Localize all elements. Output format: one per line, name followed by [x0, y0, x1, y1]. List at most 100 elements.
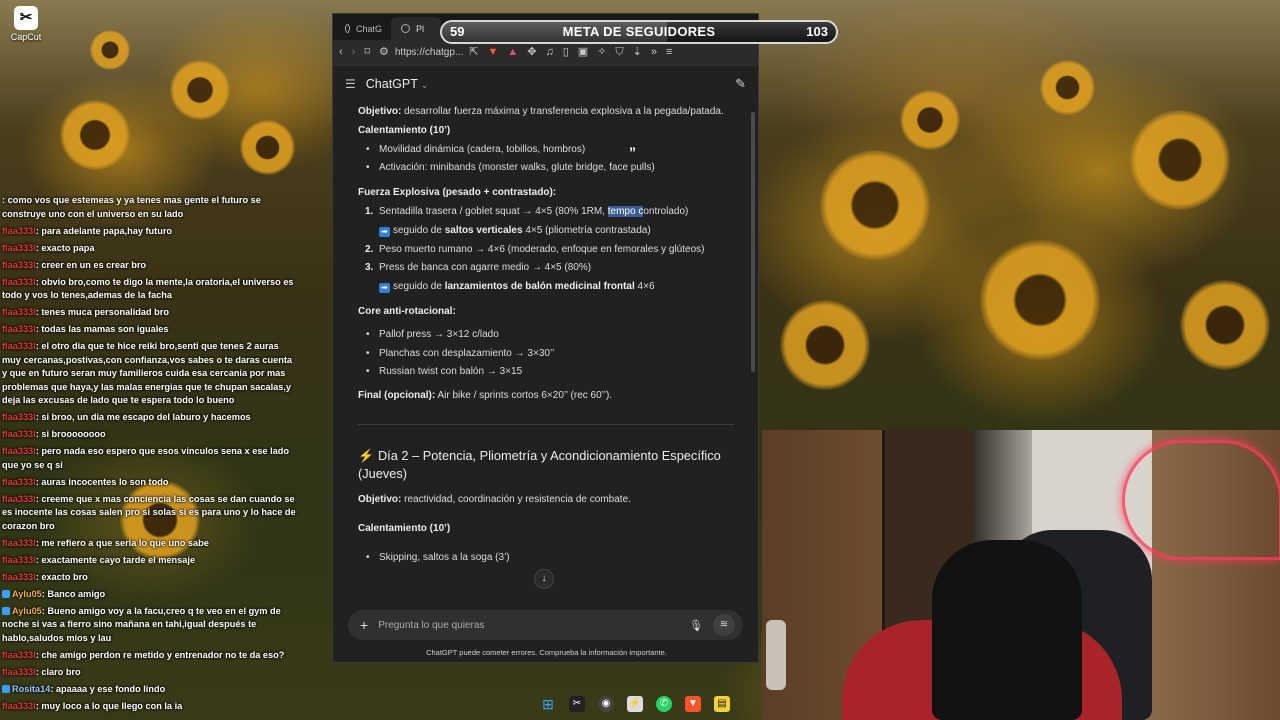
goal-target: 103 — [806, 24, 828, 39]
sidebar-toggle-icon[interactable]: ☰ — [345, 78, 356, 90]
share-icon[interactable]: ⇱ — [469, 47, 478, 58]
chat-message: flaa333l: creer en un es crear bro — [0, 259, 300, 273]
fire-icon: ⚡ — [358, 447, 374, 463]
quote-reply-icon[interactable]: ” — [629, 144, 636, 160]
bookmark-icon[interactable]: ⌑ — [364, 47, 370, 58]
sub-line: ➡ seguido de lanzamientos de balón medici… — [358, 278, 734, 297]
list-item: Activación: minibands (monster walks, gl… — [358, 159, 734, 178]
chat-username: Aylu05 — [12, 588, 42, 599]
capcut-taskbar-icon[interactable]: ✂ — [569, 696, 585, 712]
plus-icon[interactable]: + — [360, 617, 368, 633]
core-heading: Core anti-rotacional: — [358, 303, 734, 322]
bottle — [766, 620, 786, 690]
url-text: https://chatgp... — [394, 47, 464, 58]
chat-text: : creeme que x mas conciencia las cosas … — [2, 493, 296, 531]
chatgpt-favicon-icon — [345, 24, 350, 33]
scroll-to-bottom-button[interactable]: ↓ — [534, 569, 554, 589]
model-title: ChatGPT — [365, 77, 418, 91]
chat-text: : Bueno amigo voy a la facu,creo q te ve… — [2, 605, 281, 643]
chat-message: flaa333l: obvio bro,como te digo la ment… — [0, 276, 300, 303]
sticky-notes-icon[interactable]: ▤ — [714, 696, 730, 712]
chat-username: Rosita14 — [12, 683, 51, 694]
warmup-heading-text: Calentamiento (10’) — [358, 124, 451, 136]
app-icon[interactable]: ⚡ — [627, 696, 643, 712]
chat-text: : exacto bro — [35, 571, 88, 582]
capcut-label: CapCut — [10, 32, 42, 42]
chat-message: flaa333l: auras incocentes lo son todo — [0, 476, 300, 490]
sidebar-icon[interactable]: ▯ — [563, 47, 569, 58]
core-list: Pallof press → 3×12 c/lado Planchas con … — [358, 326, 734, 382]
taskbar: ⊞ ✂ ◉ ⚡ ✆ ▼ ▤ — [540, 692, 730, 716]
tab-active[interactable]: Pl — [391, 17, 441, 40]
follower-goal-bar: 59 META DE SEGUIDORES 103 — [440, 20, 838, 44]
chat-text: : creer en un es crear bro — [35, 259, 147, 270]
objective-label: Objetivo: — [358, 493, 402, 505]
list-item: Planchas con desplazamiento → 3×30’’ — [358, 345, 734, 364]
windows-start-icon[interactable]: ⊞ — [540, 696, 556, 712]
rewards-icon[interactable]: ▲ — [507, 47, 518, 58]
list-item: 3. Press de banca con agarre medio → 4×5… — [358, 259, 734, 278]
chat-username: flaa333l — [2, 649, 36, 660]
voice-mode-button[interactable]: ≋ — [713, 614, 735, 636]
right-arrow-icon: ➡ — [379, 283, 390, 294]
menu-icon[interactable]: ≡ — [666, 47, 672, 58]
back-icon[interactable]: ‹ — [339, 47, 343, 58]
chatgpt-header: ☰ ChatGPT ⌄ ✎ — [333, 66, 758, 103]
conversation-content: Objetivo: desarrollar fuerza máxima y tr… — [333, 103, 758, 613]
model-selector[interactable]: ChatGPT ⌄ — [366, 77, 429, 91]
forward-icon[interactable]: › — [352, 47, 356, 58]
chat-text: : para adelante papa,hay futuro — [35, 225, 173, 236]
download-icon[interactable]: ⇣ — [633, 47, 642, 58]
explosive-heading: Fuerza Explosiva (pesado + contrastado): — [358, 184, 734, 203]
list-item: Movilidad dinámica (cadera, tobillos, ho… — [358, 141, 734, 160]
chat-text: : si broooooooo — [35, 429, 106, 439]
list-item: Russian twist con balón → 3×15 — [358, 363, 734, 382]
warmup2-list: Skipping, saltos a la soga (3’) — [358, 549, 734, 568]
chat-message: Rosita14: apaaaa y ese fondo lindo — [0, 683, 300, 697]
brave-taskbar-icon[interactable]: ▼ — [685, 696, 701, 712]
chat-username: flaa333l — [2, 537, 36, 548]
brave-shields-icon[interactable]: ▼ — [487, 47, 498, 58]
selected-text: tempo c — [607, 205, 644, 217]
final-text: Air bike / sprints cortos 6×20’’ (rec 60… — [435, 390, 613, 402]
goal-label: META DE SEGUIDORES — [562, 24, 716, 39]
obs-icon[interactable]: ◉ — [598, 696, 614, 712]
overflow-icon[interactable]: » — [651, 47, 657, 58]
disclaimer-text: ChatGPT puede cometer errores. Comprueba… — [426, 648, 667, 657]
chat-username: flaa333l — [2, 554, 36, 565]
microphone-icon[interactable]: 🎙 — [689, 619, 703, 632]
capcut-desktop-icon[interactable]: ✂ CapCut — [8, 6, 44, 42]
wallet-icon[interactable]: ▣ — [578, 47, 588, 58]
chat-text: : pero nada eso espero que esos vinculos… — [2, 446, 289, 470]
media-icon[interactable]: ♫ — [545, 47, 553, 58]
chat-text: : Banco amigo — [41, 588, 106, 599]
leo-icon[interactable]: ✧ — [597, 47, 606, 58]
extensions-icon[interactable]: ✥ — [527, 47, 536, 58]
chat-message: flaa333l: si broooooooo — [0, 428, 300, 442]
chat-message: flaa333l: claro bro — [0, 666, 300, 680]
new-chat-icon[interactable]: ✎ — [735, 76, 746, 92]
prompt-composer[interactable]: + Pregunta lo que quieras 🎙 ≋ — [348, 610, 743, 640]
chat-message: flaa333l: exactamente cayo tarde el mens… — [0, 554, 300, 568]
tab-chatgpt[interactable]: ChatG — [335, 17, 390, 40]
prompt-input[interactable]: Pregunta lo que quieras — [378, 620, 484, 631]
item-number: 3. — [365, 262, 374, 274]
chat-text: : el otro dia que te hice reiki bro,sent… — [2, 341, 293, 405]
user-badge-icon — [2, 589, 10, 598]
chat-username: Aylu05 — [12, 605, 42, 616]
sub-bold: lanzamientos de balón medicinal frontal — [444, 281, 635, 293]
capcut-icon: ✂ — [14, 6, 38, 30]
browser-window: ChatG Pl ✕ ‹ › ⌑ ⚙ https://chatgp... ⇱ ▼… — [332, 13, 759, 663]
vpn-icon[interactable]: ⛉ — [615, 47, 623, 58]
chat-text: : obvio bro,como te digo la mente,la ora… — [2, 276, 294, 301]
chat-text: : claro bro — [35, 666, 81, 677]
scrollbar[interactable] — [751, 112, 755, 372]
whatsapp-icon[interactable]: ✆ — [656, 696, 672, 712]
address-bar[interactable]: ⚙ https://chatgp... ⇱ — [379, 47, 478, 59]
chat-username: flaa333l — [2, 412, 36, 422]
objective-paragraph: Objetivo: desarrollar fuerza máxima y tr… — [358, 103, 734, 122]
chat-username: flaa333l — [2, 700, 36, 711]
chat-message: flaa333l: el otro dia que te hice reiki … — [0, 340, 300, 408]
list-item: Pallof press → 3×12 c/lado — [358, 326, 734, 345]
chat-text: : si broo, un dia me escapo del laburo y… — [35, 412, 251, 422]
